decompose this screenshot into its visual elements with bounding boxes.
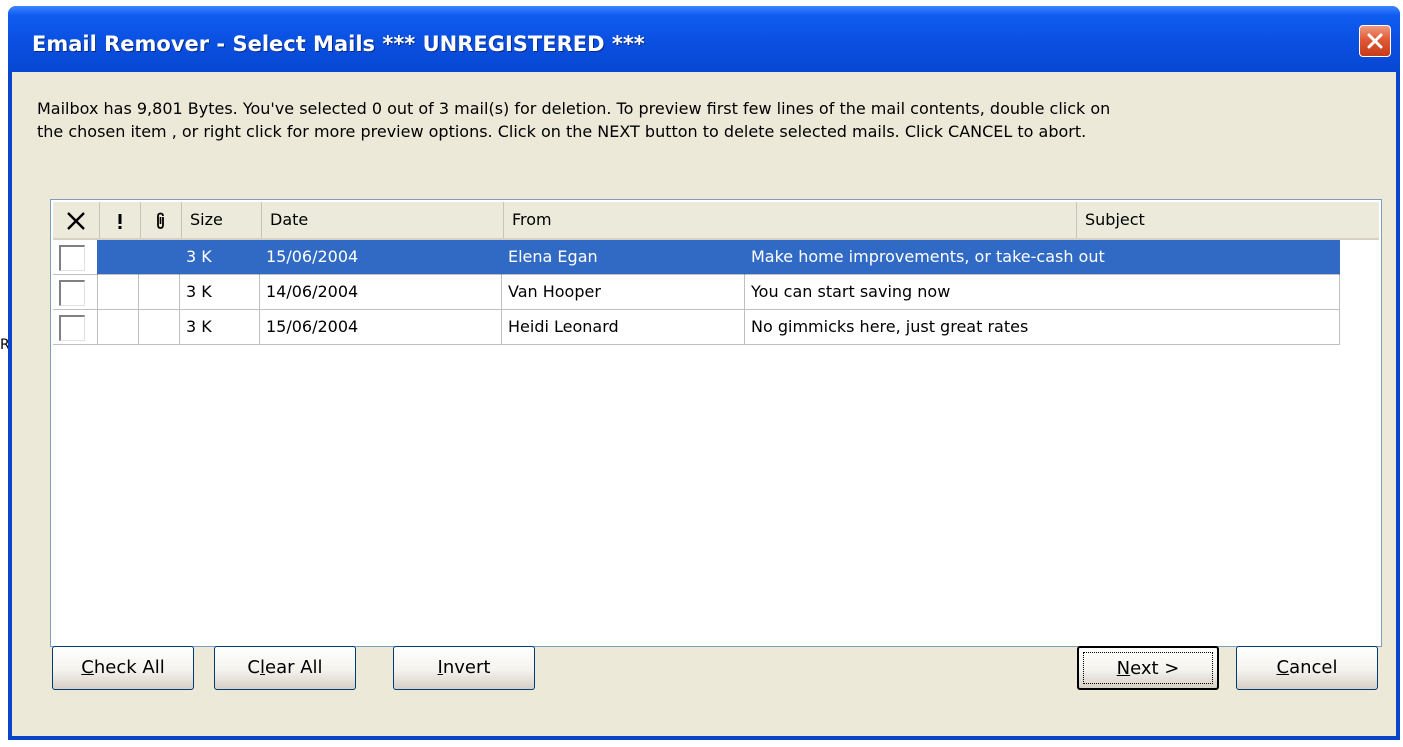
button-bar: Check All Clear All Invert Next > Cancel: [12, 646, 1396, 696]
column-header-size[interactable]: Size: [182, 202, 262, 238]
mail-checkbox[interactable]: [59, 245, 85, 271]
mail-row[interactable]: 3 K 14/06/2004 Van Hooper You can start …: [53, 275, 1340, 310]
mail-row-subject: You can start saving now: [745, 275, 1340, 310]
cancel-mnemonic: C: [1276, 657, 1290, 678]
mail-row-attachment: [139, 275, 180, 310]
instructions-line-2: the chosen item , or right click for mor…: [37, 122, 1087, 141]
paperclip-icon: [157, 212, 164, 229]
mail-row-checkbox-cell: [53, 275, 98, 310]
screen: R Email Remover - Select Mails *** UNREG…: [0, 0, 1403, 747]
next-mnemonic: N: [1116, 658, 1131, 679]
column-header-subject[interactable]: Subject: [1077, 202, 1379, 238]
mail-checkbox[interactable]: [59, 315, 85, 341]
column-header-date[interactable]: Date: [262, 202, 504, 238]
column-header-priority[interactable]: [100, 202, 141, 238]
mail-row[interactable]: 3 K 15/06/2004 Elena Egan Make home impr…: [53, 240, 1340, 275]
close-icon: [1367, 33, 1383, 49]
invert-button[interactable]: Invert: [393, 646, 535, 690]
close-button[interactable]: [1359, 25, 1391, 57]
mail-row-attachment: [139, 310, 180, 345]
x-icon: [67, 211, 85, 230]
instructions-line-1: Mailbox has 9,801 Bytes. You've selected…: [37, 99, 1111, 118]
exclamation-icon: [118, 213, 122, 229]
mail-row-subject: No gimmicks here, just great rates: [745, 310, 1340, 345]
mail-row-priority: [98, 240, 139, 275]
column-header-from[interactable]: From: [504, 202, 1077, 238]
cancel-label-post: ancel: [1289, 657, 1338, 678]
mail-row-date: 15/06/2004: [260, 240, 502, 275]
next-label-post: ext >: [1130, 658, 1180, 679]
column-header-attachment[interactable]: [141, 202, 182, 238]
mail-checkbox[interactable]: [59, 280, 85, 306]
cancel-button[interactable]: Cancel: [1236, 646, 1378, 690]
invert-label-post: nvert: [442, 657, 491, 678]
title-bar[interactable]: Email Remover - Select Mails *** UNREGIS…: [8, 6, 1400, 72]
mail-row-from: Heidi Leonard: [502, 310, 745, 345]
window-title: Email Remover - Select Mails *** UNREGIS…: [32, 32, 645, 56]
mail-row-priority: [98, 275, 139, 310]
mail-row-priority: [98, 310, 139, 345]
mail-row-checkbox-cell: [53, 310, 98, 345]
mail-row-size: 3 K: [180, 240, 260, 275]
mail-row-size: 3 K: [180, 310, 260, 345]
instructions-text: Mailbox has 9,801 Bytes. You've selected…: [37, 97, 1387, 143]
check-all-mnemonic: C: [81, 657, 94, 678]
clear-all-button[interactable]: Clear All: [214, 646, 356, 690]
mail-row-checkbox-cell: [53, 240, 98, 275]
clear-all-label-post: ear All: [265, 657, 323, 678]
clear-all-label-pre: C: [247, 657, 260, 678]
check-all-button[interactable]: Check All: [52, 646, 194, 690]
next-button[interactable]: Next >: [1077, 646, 1219, 690]
mail-row-size: 3 K: [180, 275, 260, 310]
mail-row-subject: Make home improvements, or take-cash out: [745, 240, 1340, 275]
mail-row-date: 14/06/2004: [260, 275, 502, 310]
mail-row-attachment: [139, 240, 180, 275]
email-remover-window: Email Remover - Select Mails *** UNREGIS…: [8, 6, 1400, 740]
mail-row-from: Van Hooper: [502, 275, 745, 310]
check-all-label-post: heck All: [93, 657, 165, 678]
mail-list[interactable]: Size Date From Subject 3 K 15/06/2004 El…: [50, 199, 1382, 647]
mail-row-date: 15/06/2004: [260, 310, 502, 345]
mail-row-from: Elena Egan: [502, 240, 745, 275]
mail-list-header: Size Date From Subject: [53, 202, 1379, 240]
column-header-check[interactable]: [53, 202, 100, 238]
mail-row[interactable]: 3 K 15/06/2004 Heidi Leonard No gimmicks…: [53, 310, 1340, 345]
dialog-body: Mailbox has 9,801 Bytes. You've selected…: [12, 72, 1396, 736]
